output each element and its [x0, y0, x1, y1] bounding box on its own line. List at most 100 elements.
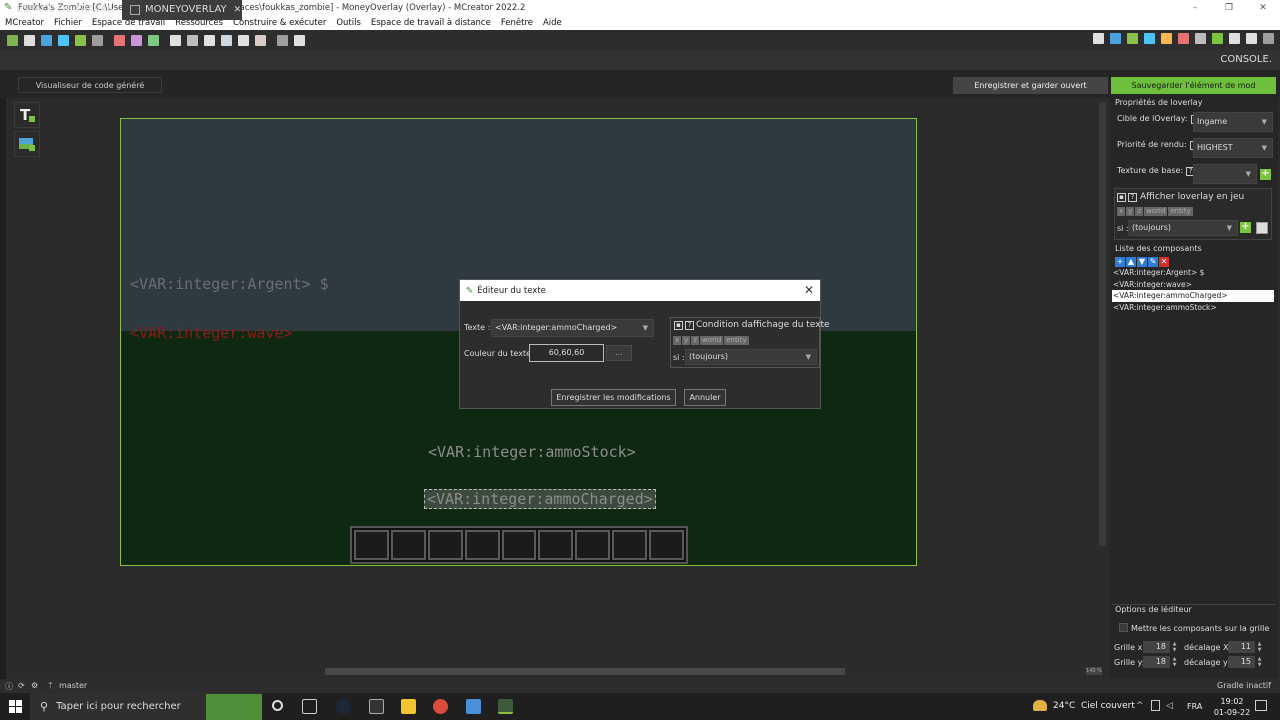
- tool-icon[interactable]: [204, 34, 215, 46]
- menu-espace-distance[interactable]: Espace de travail à distance: [371, 18, 491, 28]
- base-texture-select[interactable]: ▼: [1193, 164, 1257, 184]
- color-picker-button[interactable]: ...: [606, 345, 632, 361]
- tray-chevron-icon[interactable]: ^: [1136, 701, 1144, 711]
- volume-icon[interactable]: ◁: [1166, 701, 1173, 711]
- dialog-close-button[interactable]: ✕: [804, 283, 814, 297]
- close-window-button[interactable]: ✕: [1246, 0, 1280, 16]
- windows-start-icon[interactable]: [9, 700, 22, 713]
- settings-icon[interactable]: [277, 34, 288, 46]
- git-branch[interactable]: master: [59, 681, 87, 690]
- mcreator-taskbar-icon[interactable]: [498, 699, 513, 714]
- stop-icon[interactable]: [1246, 33, 1257, 44]
- snap-grid-checkbox[interactable]: [1119, 623, 1128, 632]
- offset-x-field[interactable]: 11: [1228, 641, 1255, 653]
- info-icon[interactable]: ⓘ: [5, 681, 13, 692]
- save-keep-open-button[interactable]: Enregistrer et garder ouvert: [953, 77, 1108, 94]
- edit-condition-button[interactable]: [1256, 222, 1268, 234]
- cortana-icon[interactable]: [272, 700, 283, 711]
- offset-y-field[interactable]: 15: [1228, 656, 1255, 668]
- steam-icon[interactable]: [336, 699, 351, 714]
- package-icon[interactable]: [1195, 33, 1206, 44]
- language-indicator[interactable]: FRA: [1187, 702, 1202, 711]
- add-condition-button[interactable]: +: [1240, 222, 1251, 233]
- animation-icon[interactable]: [187, 34, 198, 46]
- export-jar-icon[interactable]: [1263, 33, 1274, 44]
- variables-icon[interactable]: [131, 34, 142, 46]
- menu-aide[interactable]: Aide: [543, 18, 562, 28]
- calculator-icon[interactable]: [466, 699, 481, 714]
- edit-icon[interactable]: [294, 34, 305, 46]
- chrome-icon[interactable]: [433, 699, 448, 714]
- notifications-icon[interactable]: [1255, 700, 1267, 711]
- recipe-icon[interactable]: [170, 34, 181, 46]
- add-image-tool[interactable]: [14, 131, 40, 157]
- tab-workspace[interactable]: ESPACE DE TRAVAIL: [10, 0, 122, 20]
- grid-y-field[interactable]: 18: [1143, 656, 1170, 668]
- save-changes-button[interactable]: Enregistrer les modifications: [551, 389, 676, 406]
- open-icon[interactable]: [24, 34, 35, 46]
- delete-component-icon[interactable]: ✕: [1159, 257, 1169, 267]
- offset-y-stepper[interactable]: ▲ ▼: [1256, 656, 1263, 668]
- sync-icon[interactable]: ⟳: [18, 681, 25, 690]
- pull-icon[interactable]: [1110, 33, 1121, 44]
- render-priority-select[interactable]: HIGHEST ▼: [1193, 138, 1273, 158]
- push-icon[interactable]: [1127, 33, 1138, 44]
- clock[interactable]: 19:02 01-09-22: [1212, 696, 1252, 718]
- tab-close-icon[interactable]: ✕: [234, 0, 242, 20]
- edit-component-icon[interactable]: ✎: [1148, 257, 1158, 267]
- workspace-icon[interactable]: [7, 34, 18, 46]
- move-down-icon[interactable]: ▼: [1137, 257, 1147, 267]
- epic-games-icon[interactable]: [369, 699, 384, 714]
- grid-x-field[interactable]: 18: [1143, 641, 1170, 653]
- image-icon[interactable]: [41, 34, 52, 46]
- canvas-horizontal-scrollbar[interactable]: [325, 668, 845, 675]
- canvas-vertical-scrollbar[interactable]: [1099, 102, 1106, 546]
- wrench-icon[interactable]: [221, 34, 232, 46]
- export-icon[interactable]: [238, 34, 249, 46]
- grid-x-stepper[interactable]: ▲ ▼: [1171, 641, 1178, 653]
- folder-icon[interactable]: [1144, 33, 1155, 44]
- tab-moneyoverlay[interactable]: MONEYOVERLAY ✕: [122, 0, 242, 20]
- git-icon[interactable]: [1093, 33, 1104, 44]
- debug-icon[interactable]: [1178, 33, 1189, 44]
- structure-icon[interactable]: [114, 34, 125, 46]
- file-explorer-icon[interactable]: [401, 699, 416, 714]
- text-color-field[interactable]: 60,60,60: [529, 344, 604, 362]
- menu-outils[interactable]: Outils: [336, 18, 361, 28]
- tags-icon[interactable]: [148, 34, 159, 46]
- add-text-tool[interactable]: T: [14, 102, 40, 128]
- tab-console[interactable]: CONSOLE.: [1220, 50, 1272, 70]
- offset-x-stepper[interactable]: ▲ ▼: [1256, 641, 1263, 653]
- server-icon[interactable]: [1229, 33, 1240, 44]
- run-icon[interactable]: [1212, 33, 1223, 44]
- overlay-target-select[interactable]: Ingame ▼: [1193, 112, 1273, 132]
- list-item[interactable]: <VAR:integer:ammoStock>: [1112, 302, 1274, 314]
- gear-icon[interactable]: ⚙: [31, 681, 38, 690]
- text-condition-select[interactable]: (toujours) ▼: [685, 349, 817, 365]
- minimize-button[interactable]: –: [1178, 0, 1212, 16]
- task-view-icon[interactable]: [302, 699, 317, 714]
- build-icon[interactable]: [1161, 33, 1172, 44]
- code-viewer-button[interactable]: Visualiseur de code généré: [18, 77, 162, 93]
- notebook-icon[interactable]: [255, 34, 266, 46]
- sound-icon[interactable]: [92, 34, 103, 46]
- overlay-text-argent[interactable]: <VAR:integer:Argent> $: [130, 275, 329, 293]
- model-icon[interactable]: [75, 34, 86, 46]
- save-mod-element-button[interactable]: Sauvegarder l'élément de mod: [1111, 77, 1276, 94]
- move-up-icon[interactable]: ▲: [1126, 257, 1136, 267]
- overlay-condition-select[interactable]: (toujours) ▼: [1128, 220, 1238, 236]
- texture-icon[interactable]: [58, 34, 69, 46]
- list-item[interactable]: <VAR:integer:Argent> $: [1112, 267, 1274, 279]
- add-texture-button[interactable]: +: [1260, 169, 1271, 180]
- menu-construire[interactable]: Construire & exécuter: [233, 18, 326, 28]
- add-component-icon[interactable]: +: [1115, 257, 1125, 267]
- overlay-text-ammostock[interactable]: <VAR:integer:ammoStock>: [428, 443, 636, 461]
- weather-text[interactable]: 24°C Ciel couvert: [1053, 701, 1135, 711]
- text-select[interactable]: <VAR:integer:ammoCharged> ▼: [491, 319, 654, 337]
- network-icon[interactable]: [1151, 700, 1160, 711]
- list-item-selected[interactable]: <VAR:integer:ammoCharged>: [1112, 290, 1274, 302]
- maximize-button[interactable]: ❐: [1212, 0, 1246, 16]
- cancel-button[interactable]: Annuler: [684, 389, 726, 406]
- list-item[interactable]: <VAR:integer:wave>: [1112, 279, 1274, 291]
- overlay-text-ammocharged-selected[interactable]: <VAR:integer:ammoCharged>: [424, 489, 656, 509]
